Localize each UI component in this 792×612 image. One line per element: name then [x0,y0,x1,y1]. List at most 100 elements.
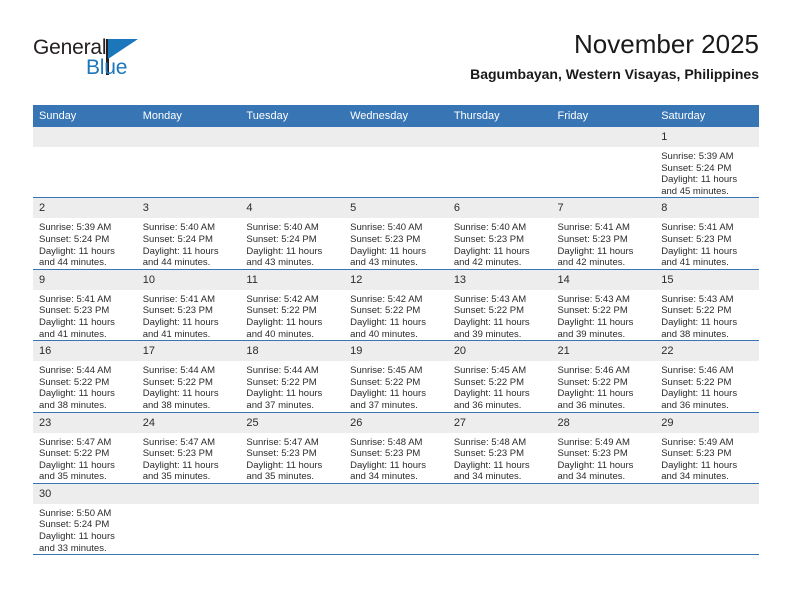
daylight-line: Daylight: 11 hours [350,388,426,400]
day-number: 26 [344,413,448,433]
calendar-day-cell-empty [344,482,448,555]
calendar-day-cell[interactable]: 4 Sunrise: 5:40 AM Sunset: 5:24 PM Daylight… [240,197,345,270]
day-details: Sunrise: 5:47 AM Sunset: 5:22 PM Daylight:… [33,433,137,483]
calendar-day-cell[interactable]: 26 Sunrise: 5:48 AM Sunset: 5:23 PM Dayligh… [344,411,448,484]
day-number: 9 [33,270,137,290]
sunrise-line: Sunrise: 5:44 AM [39,365,112,377]
daylight-line-cont: and 41 minutes. [39,328,107,340]
weekday-header-monday: Monday [136,105,241,127]
day-number: 12 [344,270,448,290]
daylight-line-cont: and 42 minutes. [557,257,626,269]
daylight-line: Daylight: 11 hours [39,245,115,257]
day-details: Sunrise: 5:48 AM Sunset: 5:23 PM Daylight:… [448,433,552,483]
calendar-day-cell[interactable]: 11 Sunrise: 5:42 AM Sunset: 5:22 PM Dayligh… [240,268,345,341]
sunset-line: Sunset: 5:22 PM [246,305,317,317]
calendar-week-row: 9 Sunrise: 5:41 AM Sunset: 5:23 PM Daylight… [33,268,759,341]
calendar-day-cell-empty [136,127,241,198]
weekday-header-wednesday: Wednesday [344,105,448,127]
daylight-line-cont: and 34 minutes. [350,471,418,483]
calendar-day-cell[interactable]: 19 Sunrise: 5:45 AM Sunset: 5:22 PM Dayligh… [344,340,448,412]
daylight-line: Daylight: 11 hours [142,316,219,328]
calendar-day-cell[interactable]: 10 Sunrise: 5:41 AM Sunset: 5:23 PM Dayligh… [136,268,241,341]
daylight-line-cont: and 35 minutes. [39,471,107,483]
day-details: Sunrise: 5:40 AM Sunset: 5:23 PM Daylight:… [344,218,448,268]
daylight-line: Daylight: 11 hours [350,316,426,328]
daylight-line-cont: and 35 minutes. [246,471,315,483]
daylight-line-cont: and 38 minutes. [142,399,211,411]
daylight-line: Daylight: 11 hours [39,316,115,328]
calendar-day-cell[interactable]: 23 Sunrise: 5:47 AM Sunset: 5:22 PM Dayligh… [33,411,137,484]
sunset-line: Sunset: 5:22 PM [453,305,525,317]
day-number: 21 [551,341,656,362]
weekday-header-tuesday: Tuesday [240,105,345,127]
calendar-day-cell[interactable]: 30 Sunrise: 5:50 AM Sunset: 5:24 PM Dayligh… [33,482,137,555]
daylight-line: Daylight: 11 hours [661,388,738,400]
day-details: Sunrise: 5:40 AM Sunset: 5:24 PM Daylight:… [240,218,344,268]
calendar-day-cell[interactable]: 8 Sunrise: 5:41 AM Sunset: 5:23 PM Daylight… [655,197,759,270]
daylight-line-cont: and 36 minutes. [453,399,522,411]
calendar-day-cell[interactable]: 21 Sunrise: 5:46 AM Sunset: 5:22 PM Dayligh… [551,340,656,412]
calendar-day-cell[interactable]: 2 Sunrise: 5:39 AM Sunset: 5:24 PM Daylight… [33,197,137,270]
sunrise-line: Sunrise: 5:40 AM [350,222,423,234]
calendar-day-cell[interactable]: 6 Sunrise: 5:40 AM Sunset: 5:23 PM Daylight… [447,197,552,270]
daylight-line: Daylight: 11 hours [557,245,634,257]
day-number [655,484,759,504]
calendar-day-cell[interactable]: 9 Sunrise: 5:41 AM Sunset: 5:23 PM Daylight… [33,268,137,341]
calendar-day-cell[interactable]: 17 Sunrise: 5:44 AM Sunset: 5:22 PM Dayligh… [136,340,241,412]
sunrise-line: Sunrise: 5:47 AM [142,436,216,448]
calendar-day-cell[interactable]: 18 Sunrise: 5:44 AM Sunset: 5:22 PM Dayligh… [240,340,345,412]
calendar-day-cell[interactable]: 24 Sunrise: 5:47 AM Sunset: 5:23 PM Dayligh… [136,411,241,484]
calendar-day-cell[interactable]: 29 Sunrise: 5:49 AM Sunset: 5:23 PM Dayligh… [655,411,759,484]
daylight-line: Daylight: 11 hours [557,388,634,400]
day-number: 27 [447,413,552,433]
title-block: November 2025 Bagumbayan, Western Visaya… [470,28,759,84]
calendar-day-cell[interactable]: 13 Sunrise: 5:43 AM Sunset: 5:22 PM Dayligh… [447,268,552,341]
calendar-day-cell[interactable]: 15 Sunrise: 5:43 AM Sunset: 5:22 PM Dayligh… [655,268,759,341]
calendar-day-cell[interactable]: 3 Sunrise: 5:40 AM Sunset: 5:24 PM Daylight… [136,197,241,270]
calendar-day-cell[interactable]: 22 Sunrise: 5:46 AM Sunset: 5:22 PM Dayligh… [655,340,759,412]
calendar-day-cell-empty [33,127,137,198]
calendar-day-cell[interactable]: 16 Sunrise: 5:44 AM Sunset: 5:22 PM Dayligh… [33,340,137,412]
day-number: 3 [136,198,241,219]
logo-text-blue: Blue [86,56,128,79]
calendar-day-cell[interactable]: 1 Sunrise: 5:39 AM Sunset: 5:24 PM Daylight… [655,127,759,198]
day-details: Sunrise: 5:39 AM Sunset: 5:24 PM Daylight:… [33,218,137,268]
sunset-line: Sunset: 5:24 PM [661,162,732,174]
daylight-line: Daylight: 11 hours [557,459,634,471]
day-number [551,127,656,147]
calendar-day-cell[interactable]: 27 Sunrise: 5:48 AM Sunset: 5:23 PM Dayligh… [447,411,552,484]
sunrise-line: Sunrise: 5:50 AM [39,507,112,519]
day-number: 2 [33,198,137,219]
calendar-day-cell[interactable]: 12 Sunrise: 5:42 AM Sunset: 5:22 PM Dayligh… [344,268,448,341]
calendar-day-cell[interactable]: 28 Sunrise: 5:49 AM Sunset: 5:23 PM Dayligh… [551,411,656,484]
sunset-line: Sunset: 5:23 PM [350,233,421,245]
sunrise-line: Sunrise: 5:48 AM [453,436,527,448]
daylight-line: Daylight: 11 hours [246,245,323,257]
day-number: 5 [344,198,448,219]
sunset-line: Sunset: 5:22 PM [661,305,732,317]
sunset-line: Sunset: 5:23 PM [453,448,525,460]
calendar-day-cell[interactable]: 7 Sunrise: 5:41 AM Sunset: 5:23 PM Daylight… [551,197,656,270]
calendar-day-cell[interactable]: 5 Sunrise: 5:40 AM Sunset: 5:23 PM Daylight… [344,197,448,270]
calendar-day-cell[interactable]: 14 Sunrise: 5:43 AM Sunset: 5:22 PM Dayligh… [551,268,656,341]
sunset-line: Sunset: 5:22 PM [39,376,110,388]
sunrise-line: Sunrise: 5:40 AM [246,222,319,234]
daylight-line-cont: and 34 minutes. [453,471,522,483]
calendar-day-cell-empty [447,127,552,198]
day-number: 10 [136,270,241,290]
sunrise-line: Sunrise: 5:42 AM [246,293,319,305]
daylight-line-cont: and 41 minutes. [142,328,211,340]
daylight-line-cont: and 36 minutes. [557,399,626,411]
sunset-line: Sunset: 5:22 PM [350,376,421,388]
daylight-line: Daylight: 11 hours [453,459,530,471]
sunset-line: Sunset: 5:22 PM [557,376,628,388]
sunset-line: Sunset: 5:23 PM [142,448,213,460]
daylight-line-cont: and 39 minutes. [557,328,626,340]
daylight-line: Daylight: 11 hours [39,459,115,471]
sunset-line: Sunset: 5:23 PM [246,448,317,460]
sunrise-line: Sunrise: 5:46 AM [557,365,630,377]
daylight-line: Daylight: 11 hours [246,388,323,400]
calendar-day-cell[interactable]: 20 Sunrise: 5:45 AM Sunset: 5:22 PM Dayligh… [447,340,552,412]
calendar-day-cell[interactable]: 25 Sunrise: 5:47 AM Sunset: 5:23 PM Dayligh… [240,411,345,484]
day-details: Sunrise: 5:47 AM Sunset: 5:23 PM Daylight:… [240,433,344,483]
